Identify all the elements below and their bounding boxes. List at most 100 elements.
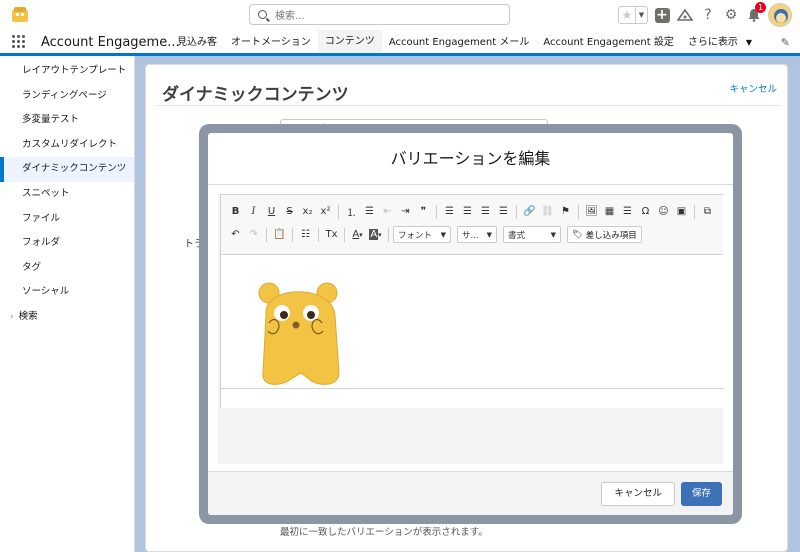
editor-content-area[interactable] <box>221 255 724 387</box>
mascot-image <box>258 282 340 385</box>
align-center-icon[interactable]: ☰ <box>459 203 476 221</box>
tab-more-label: さらに表示 <box>687 37 738 48</box>
bell-icon[interactable]: 1 <box>745 2 766 24</box>
app-navigation-bar: Account Engageme... 見込み客 オートメーション コンテンツ … <box>0 30 800 56</box>
toolbar-row-2: ↶ ↷ 📋 ☷ Tx A ▾ A ▾ フォント ▼ サ... ▼ 書式 ▼ 🏷 … <box>227 223 717 246</box>
salesforce-logo-icon[interactable] <box>10 4 30 24</box>
paste-icon[interactable]: 📋 <box>271 226 288 244</box>
tag-icon: 🏷 <box>572 229 583 240</box>
sidebar-item-dynamic-content[interactable]: ダイナミックコンテンツ <box>0 157 134 182</box>
align-right-icon[interactable]: ☰ <box>477 203 494 221</box>
sidebar-item-search[interactable]: › 検索 <box>0 305 134 330</box>
undo-icon[interactable]: ↶ <box>227 226 244 244</box>
edit-variation-modal: バリエーションを編集 B I U S x₂ x² ⒈ ☰ ⇤ ⇥ ❞ ☰ ☰ ☰… <box>208 133 733 515</box>
sidebar-item-folders[interactable]: フォルダ <box>0 231 134 256</box>
chevron-down-icon: ▼ <box>486 230 492 239</box>
image-icon[interactable]: 🖼 <box>583 203 600 221</box>
chevron-right-icon: › <box>10 311 14 322</box>
chevron-down-icon: ▾ <box>359 230 363 239</box>
modal-save-button[interactable]: 保存 <box>681 482 722 506</box>
add-icon[interactable]: + <box>653 6 671 24</box>
content-sidebar: レイアウトテンプレート ランディングページ 多変量テスト カスタムリダイレクト … <box>0 56 135 552</box>
emoji-icon[interactable]: ☺ <box>655 203 672 221</box>
blockquote-icon[interactable]: ❞ <box>415 203 432 221</box>
user-avatar[interactable] <box>768 3 792 27</box>
sidebar-item-landing-pages[interactable]: ランディングページ <box>0 84 134 109</box>
strikethrough-button[interactable]: S <box>281 203 298 221</box>
toolbar-separator <box>266 227 267 242</box>
source-icon[interactable]: ⧉ <box>699 203 716 221</box>
special-character-icon[interactable]: Ω <box>637 203 654 221</box>
bg-color-icon: A <box>369 229 379 240</box>
toolbar-separator <box>292 227 293 242</box>
tab-ae-email[interactable]: Account Engagement メール <box>382 30 537 56</box>
toolbar-separator <box>578 204 579 219</box>
tab-more[interactable]: さらに表示 ▼ <box>681 30 759 56</box>
text-color-button[interactable]: A ▾ <box>349 226 366 244</box>
toolbar-separator <box>388 227 389 242</box>
app-launcher-icon[interactable] <box>12 35 26 49</box>
sidebar-item-tags[interactable]: タグ <box>0 256 134 281</box>
favorites-button[interactable]: ★ ▼ <box>618 6 648 24</box>
sidebar-item-custom-redirects[interactable]: カスタムリダイレクト <box>0 133 134 158</box>
sidebar-item-social[interactable]: ソーシャル <box>0 280 134 305</box>
global-search-input[interactable]: 検索... <box>249 4 510 25</box>
title-divider <box>156 105 781 106</box>
tab-content[interactable]: コンテンツ <box>317 30 382 56</box>
tab-ae-settings[interactable]: Account Engagement 設定 <box>536 30 681 56</box>
sidebar-item-snippets[interactable]: スニペット <box>0 182 134 207</box>
editor-toolbar: B I U S x₂ x² ⒈ ☰ ⇤ ⇥ ❞ ☰ ☰ ☰ ☰ 🔗 ⛓ ⚑ 🖼 … <box>221 195 723 255</box>
anchor-flag-icon[interactable]: ⚑ <box>557 203 574 221</box>
toolbar-separator <box>516 204 517 219</box>
unlink-icon[interactable]: ⛓ <box>539 203 556 221</box>
chevron-down-icon: ▾ <box>378 230 382 239</box>
font-family-dropdown[interactable]: フォント ▼ <box>393 226 451 243</box>
format-settings-icon[interactable]: ☷ <box>297 226 314 244</box>
font-size-dropdown[interactable]: サ... ▼ <box>457 226 497 243</box>
ordered-list-icon[interactable]: ⒈ <box>343 203 360 221</box>
nav-tabs: 見込み客 オートメーション コンテンツ Account Engagement メ… <box>170 30 759 56</box>
format-dropdown[interactable]: 書式 ▼ <box>503 226 561 243</box>
align-left-icon[interactable]: ☰ <box>441 203 458 221</box>
bullet-list-icon[interactable]: ☰ <box>361 203 378 221</box>
help-icon[interactable]: ? <box>699 6 717 24</box>
redo-icon[interactable]: ↷ <box>245 226 262 244</box>
clear-format-icon[interactable]: Tx <box>323 226 340 244</box>
outdent-icon[interactable]: ⇤ <box>379 203 396 221</box>
merge-field-button[interactable]: 🏷 差し込み項目 <box>567 226 642 243</box>
modal-cancel-button[interactable]: キャンセル <box>601 482 675 506</box>
subscript-button[interactable]: x₂ <box>299 203 316 221</box>
editor-frame: B I U S x₂ x² ⒈ ☰ ⇤ ⇥ ❞ ☰ ☰ ☰ ☰ 🔗 ⛓ ⚑ 🖼 … <box>220 194 724 408</box>
table-icon[interactable]: ▦ <box>601 203 618 221</box>
toolbar-separator <box>318 227 319 242</box>
link-icon[interactable]: 🔗 <box>521 203 538 221</box>
star-icon[interactable]: ★ <box>619 7 635 23</box>
trailhead-icon[interactable] <box>676 6 694 24</box>
tab-automation[interactable]: オートメーション <box>224 30 318 56</box>
bold-button[interactable]: B <box>227 203 244 221</box>
gear-icon[interactable]: ⚙ <box>722 6 740 24</box>
tab-prospects[interactable]: 見込み客 <box>170 30 224 56</box>
notification-badge: 1 <box>755 2 766 13</box>
search-placeholder: 検索... <box>275 11 305 22</box>
sidebar-item-multivariate-tests[interactable]: 多変量テスト <box>0 108 134 133</box>
toolbar-separator <box>436 204 437 219</box>
chevron-down-icon: ▼ <box>745 38 753 47</box>
italic-button[interactable]: I <box>245 203 262 221</box>
rich-text-editor: B I U S x₂ x² ⒈ ☰ ⇤ ⇥ ❞ ☰ ☰ ☰ ☰ 🔗 ⛓ ⚑ 🖼 … <box>218 194 724 464</box>
iframe-icon[interactable]: ▣ <box>673 203 690 221</box>
superscript-button[interactable]: x² <box>317 203 334 221</box>
sidebar-item-layout-templates[interactable]: レイアウトテンプレート <box>0 59 134 84</box>
bg-color-button[interactable]: A ▾ <box>367 226 384 244</box>
underline-button[interactable]: U <box>263 203 280 221</box>
editor-status-bar <box>221 388 724 408</box>
sidebar-item-files[interactable]: ファイル <box>0 207 134 232</box>
chevron-down-icon[interactable]: ▼ <box>635 7 647 23</box>
indent-icon[interactable]: ⇥ <box>397 203 414 221</box>
edit-nav-icon[interactable]: ✎ <box>781 36 790 49</box>
chevron-down-icon: ▼ <box>440 230 446 239</box>
justify-icon[interactable]: ☰ <box>495 203 512 221</box>
header-utility-icons: ★ ▼ + ? ⚙ 1 <box>618 2 792 27</box>
cancel-link[interactable]: キャンセル <box>729 81 777 95</box>
horizontal-rule-icon[interactable]: ☰ <box>619 203 636 221</box>
